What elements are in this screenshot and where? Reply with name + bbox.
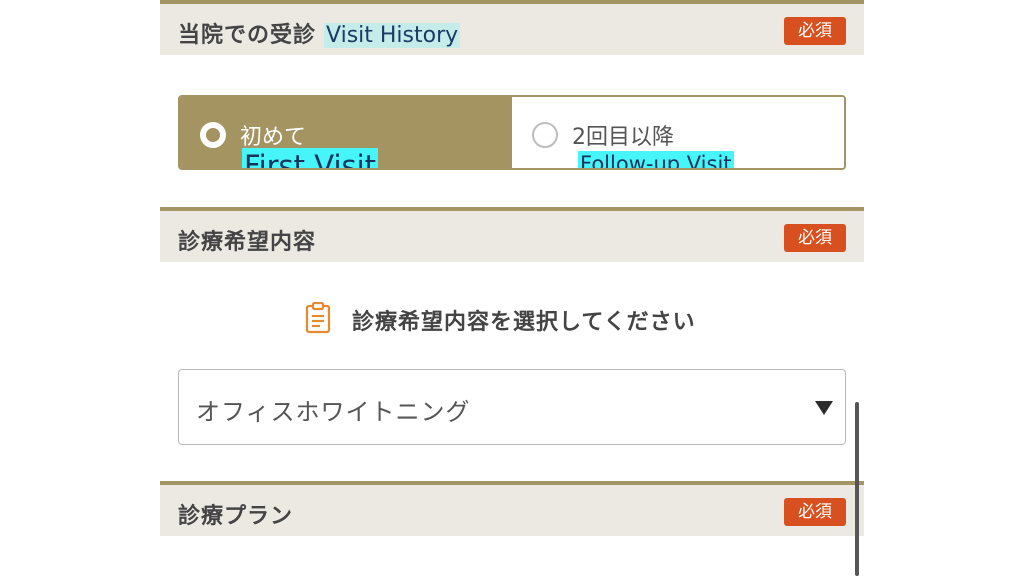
- treatment-request-header: 診療希望内容 必須: [160, 207, 864, 262]
- treatment-select-value: オフィスホワイトニング: [196, 398, 471, 426]
- follow-up-english-label: Follow-up Visit: [578, 151, 734, 168]
- visit-history-title: 当院での受診 Visit History: [178, 17, 461, 49]
- visit-history-title-ja: 当院での受診: [178, 23, 317, 48]
- required-badge: 必須: [784, 224, 846, 252]
- clipboard-icon: [305, 302, 331, 334]
- first-visit-english-label: First Visit: [242, 148, 379, 168]
- required-badge: 必須: [784, 17, 846, 45]
- required-badge: 必須: [784, 498, 846, 526]
- visit-history-radio-group: 初めて First Visit 2回目以降 Follow-up Visit: [178, 95, 846, 170]
- treatment-instruction: 診療希望内容を選択してください: [160, 300, 864, 336]
- visit-history-title-en: Visit History: [324, 23, 461, 48]
- radio-selected-icon[interactable]: [200, 122, 226, 148]
- radio-unselected-icon[interactable]: [532, 122, 558, 148]
- treatment-instruction-text: 診療希望内容を選択してください: [352, 310, 696, 335]
- reservation-form: 当院での受診 Visit History 必須 初めて First Visit 2…: [160, 0, 864, 576]
- treatment-plan-header: 診療プラン 必須: [160, 481, 864, 536]
- visit-history-header: 当院での受診 Visit History 必須: [160, 0, 864, 55]
- radio-follow-up-visit[interactable]: 2回目以降 Follow-up Visit: [512, 97, 844, 168]
- dropdown-arrow-icon[interactable]: [815, 401, 833, 415]
- scrollbar[interactable]: [855, 402, 859, 576]
- radio-first-visit[interactable]: 初めて First Visit: [180, 97, 512, 168]
- radio-first-visit-label: 初めて: [240, 125, 307, 150]
- treatment-plan-title: 診療プラン: [178, 504, 294, 529]
- treatment-select[interactable]: オフィスホワイトニング: [178, 369, 846, 445]
- treatment-request-title: 診療希望内容: [178, 230, 317, 255]
- radio-follow-up-label: 2回目以降: [572, 125, 674, 150]
